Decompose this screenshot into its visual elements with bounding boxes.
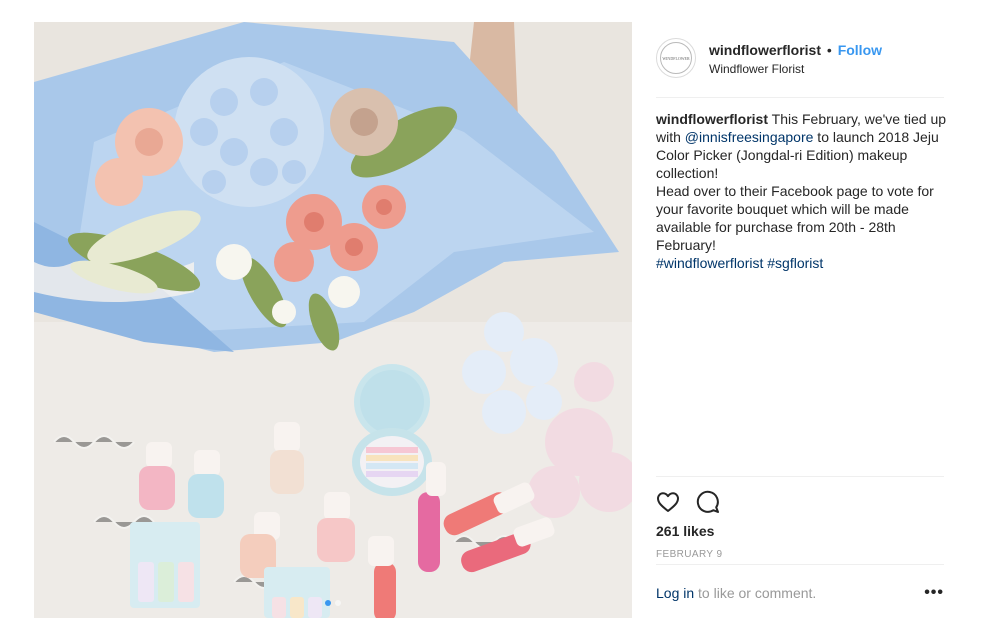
caption-username-link[interactable]: windflowerflorist — [656, 111, 768, 127]
post-details-panel: WINDFLOWER windflowerflorist • Follow Wi… — [632, 22, 966, 618]
hashtag-link-sgflorist[interactable]: #sgflorist — [767, 255, 823, 271]
hashtag-link-windflowerflorist[interactable]: #windflowerflorist — [656, 255, 763, 271]
post-header: WINDFLOWER windflowerflorist • Follow Wi… — [656, 38, 944, 98]
comment-bar: Log in to like or comment. ••• — [656, 564, 944, 620]
carousel-dot-active — [325, 600, 331, 606]
carousel-dot — [335, 600, 341, 606]
header-text: windflowerflorist • Follow Windflower Fl… — [709, 41, 882, 78]
action-icons — [656, 489, 944, 515]
post-image[interactable] — [34, 22, 632, 618]
mention-link[interactable]: @innisfreesingapore — [685, 129, 814, 145]
carousel-indicator — [34, 600, 632, 606]
separator-dot: • — [826, 42, 832, 58]
likes-count[interactable]: 261 likes — [656, 522, 944, 540]
avatar[interactable]: WINDFLOWER — [656, 38, 696, 78]
post-date[interactable]: FEBRUARY 9 — [656, 549, 944, 561]
login-prompt-text: to like or comment. — [694, 584, 817, 601]
post-image-illustration — [34, 22, 632, 618]
username-link[interactable]: windflowerflorist — [709, 42, 821, 58]
login-prompt: Log in to like or comment. — [656, 585, 816, 601]
avatar-logo: WINDFLOWER — [660, 42, 692, 74]
comment-icon[interactable] — [696, 490, 720, 514]
caption-hashtags: #windflowerflorist #sgflorist — [656, 254, 948, 272]
header-username-row: windflowerflorist • Follow — [709, 41, 882, 59]
full-name: Windflower Florist — [709, 62, 805, 76]
caption-first-paragraph: windflowerflorist This February, we've t… — [656, 110, 948, 182]
caption-text-3: Head over to their Facebook page to vote… — [656, 183, 934, 253]
login-link[interactable]: Log in — [656, 585, 694, 601]
post-caption: windflowerflorist This February, we've t… — [656, 110, 948, 272]
heart-icon[interactable] — [656, 490, 680, 514]
follow-button[interactable]: Follow — [838, 42, 882, 58]
post-actions: 261 likes FEBRUARY 9 — [656, 476, 944, 561]
more-options-button[interactable]: ••• — [924, 584, 944, 602]
